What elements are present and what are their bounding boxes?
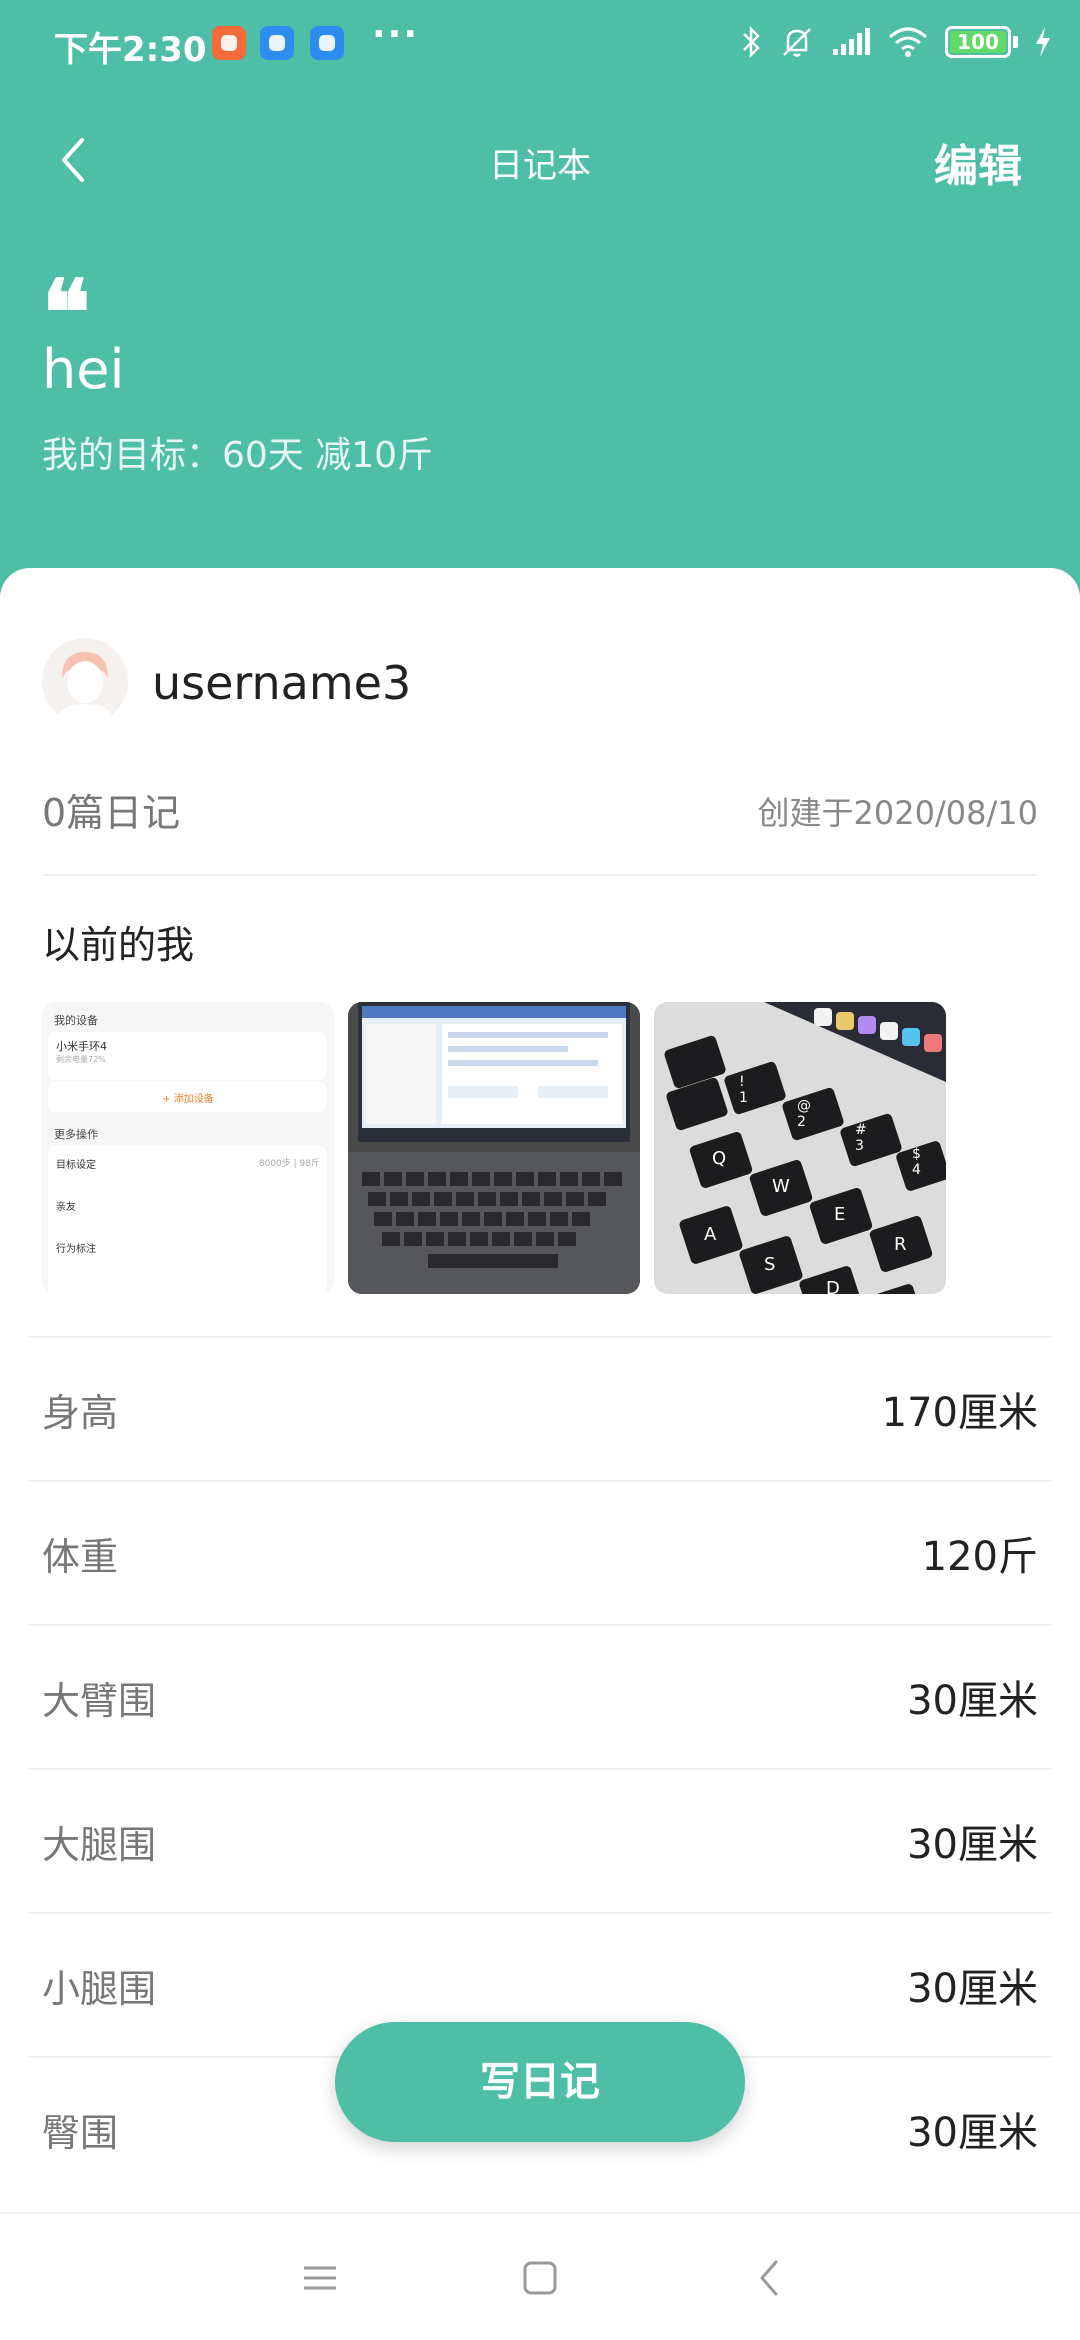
metric-label: 体重 [42, 1534, 119, 1579]
key-label: 4 [912, 1162, 921, 1178]
signal-icon [833, 28, 870, 55]
key-label: E [834, 1204, 846, 1225]
metric-value: 30厘米 [907, 1822, 1038, 1868]
system-back-icon[interactable] [748, 2256, 792, 2300]
metric-value: 30厘米 [907, 2110, 1038, 2156]
key-label: # [855, 1122, 867, 1138]
home-icon[interactable] [518, 2256, 562, 2300]
metric-row-upper-arm[interactable]: 大臂围 30厘米 [28, 1624, 1052, 1768]
edit-button[interactable]: 编辑 [934, 130, 1022, 194]
wifi-icon [889, 27, 927, 57]
page-title: 日记本 [489, 146, 591, 186]
key-label: D [826, 1278, 840, 1294]
diary-title: hei [42, 338, 125, 401]
laptop-screen-photo [348, 1002, 640, 1294]
metric-value: 30厘米 [907, 1678, 1038, 1724]
metric-value: 170厘米 [881, 1390, 1038, 1436]
photo-text: 亲友 [56, 1202, 76, 1213]
app-notification-icon [260, 26, 294, 60]
more-notifications-icon: ··· [372, 14, 420, 55]
key-label: 2 [797, 1114, 806, 1130]
metric-row-height[interactable]: 身高 170厘米 [28, 1336, 1052, 1480]
photo-text: 8000步 | 98斤 [258, 1159, 320, 1169]
photo-text: 更多操作 [54, 1128, 98, 1141]
divider [42, 874, 1038, 876]
battery-level: 100 [950, 31, 1006, 53]
bluetooth-icon [743, 25, 760, 59]
avatar[interactable] [42, 638, 128, 724]
photo-text: 小米手环4 [56, 1040, 107, 1053]
metric-row-thigh[interactable]: 大腿围 30厘米 [28, 1768, 1052, 1912]
photo-text: + 添加设备 [162, 1094, 214, 1105]
metric-row-weight[interactable]: 体重 120斤 [28, 1480, 1052, 1624]
before-photo[interactable] [348, 1002, 640, 1294]
metric-value: 30厘米 [907, 1966, 1038, 2012]
status-bar: 下午2:30 ··· 100 [0, 0, 1080, 92]
photo-text: 行为标注 [56, 1244, 96, 1255]
key-label: W [772, 1176, 790, 1197]
key-label: @ [797, 1098, 811, 1114]
key-label: 1 [739, 1090, 748, 1106]
metric-label: 大臂围 [42, 1678, 157, 1723]
metric-label: 臀围 [42, 2110, 119, 2155]
username: username3 [152, 656, 412, 710]
metric-label: 大腿围 [42, 1822, 157, 1867]
metric-label: 身高 [42, 1390, 119, 1435]
key-label: A [704, 1224, 717, 1245]
photo-text: 目标设定 [56, 1160, 96, 1171]
before-photos: 我的设备 小米手环4 剩余电量72% + 添加设备 更多操作 目标设定 8000… [42, 1002, 946, 1294]
metric-value: 120斤 [921, 1534, 1038, 1580]
avatar-icon [42, 638, 128, 724]
key-label: 3 [855, 1138, 864, 1154]
key-label: $ [912, 1146, 921, 1162]
key-label: S [764, 1254, 776, 1275]
system-navigation-bar [0, 2212, 1080, 2340]
mi-store-notification-icon [212, 26, 246, 60]
battery-icon: 100 [945, 26, 1018, 58]
key-label: R [894, 1234, 907, 1255]
diary-detail-card: username3 0篇日记 创建于2020/08/10 以前的我 我的设备 小… [0, 568, 1080, 2228]
key-label: Q [712, 1148, 727, 1169]
header [0, 0, 1080, 620]
status-time: 下午2:30 [54, 30, 207, 70]
created-date: 创建于2020/08/10 [757, 794, 1038, 832]
photo-text: 剩余电量72% [56, 1055, 106, 1064]
mute-bell-icon [783, 28, 811, 57]
status-icons: 100 [741, 22, 1052, 62]
before-photo[interactable]: ! 1 @ 2 # 3 $ 4 Q W E R A S D [654, 1002, 946, 1294]
top-navigation-bar: 日记本 编辑 [0, 100, 1080, 220]
write-diary-button[interactable]: 写日记 [335, 2022, 745, 2142]
app-notification-icon [310, 26, 344, 60]
diary-goal: 我的目标：60天 减10斤 [42, 435, 434, 476]
before-section-title: 以前的我 [42, 923, 195, 967]
before-photo[interactable]: 我的设备 小米手环4 剩余电量72% + 添加设备 更多操作 目标设定 8000… [42, 1002, 334, 1294]
diary-count: 0篇日记 [42, 791, 181, 835]
photo-text: 我的设备 [54, 1014, 98, 1027]
menu-icon[interactable] [298, 2256, 342, 2300]
key-label: ! [739, 1074, 745, 1090]
metric-label: 小腿围 [42, 1966, 157, 2011]
charging-icon [1036, 27, 1050, 57]
